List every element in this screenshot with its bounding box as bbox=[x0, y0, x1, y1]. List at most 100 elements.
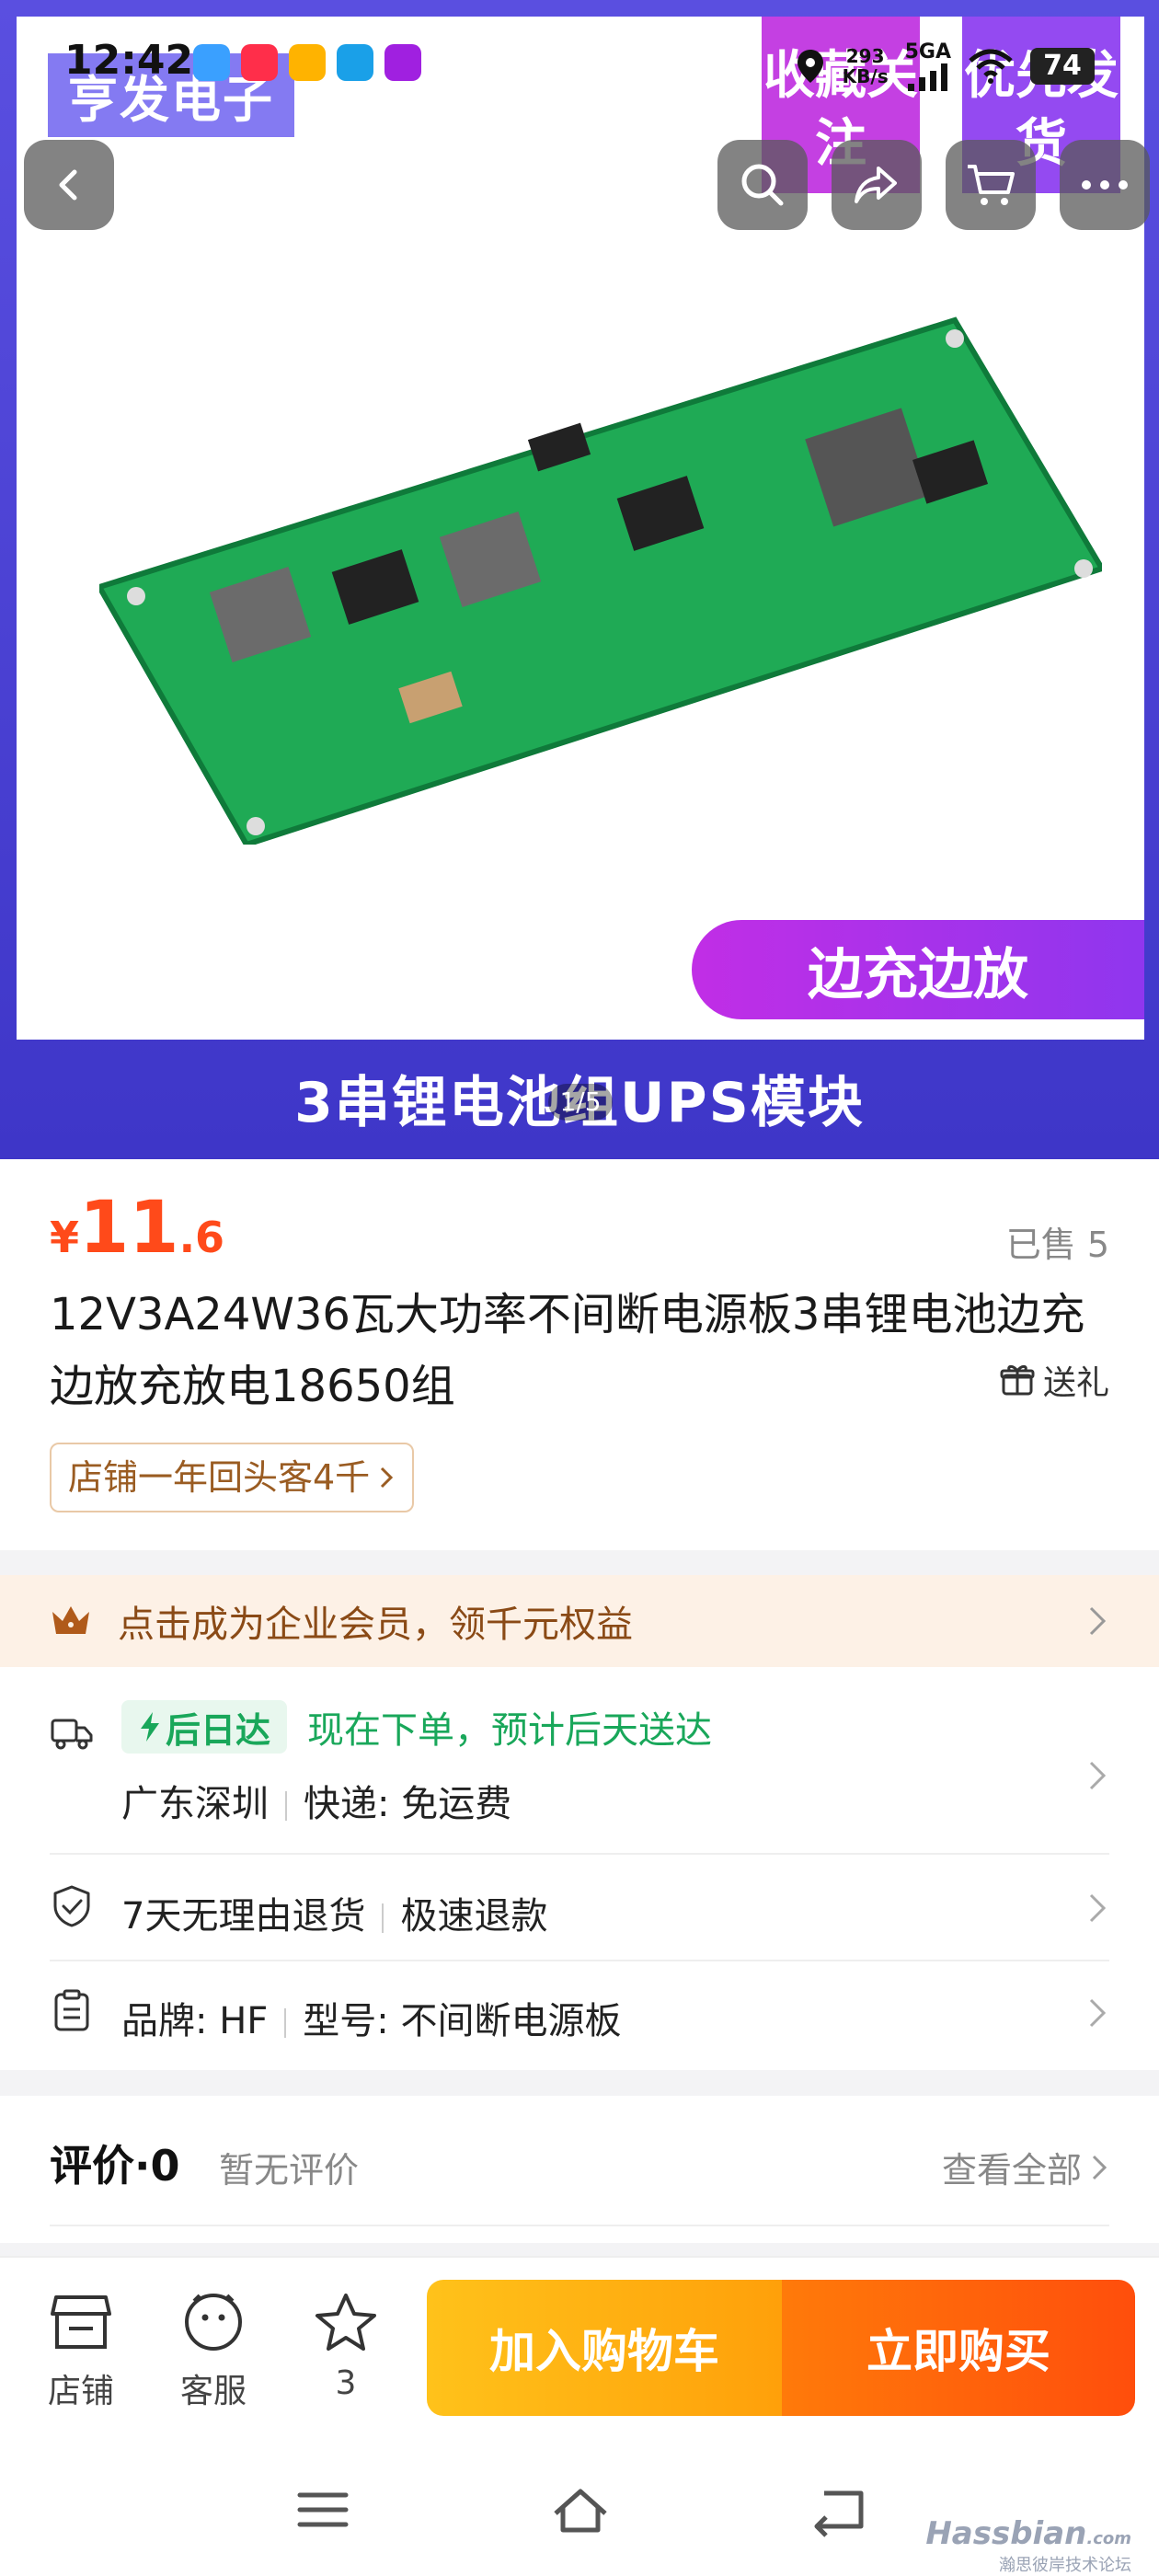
enterprise-member-banner[interactable]: 点击成为企业会员，领千元权益 bbox=[0, 1575, 1159, 1667]
watermark-subtitle: 瀚思彼岸技术论坛 bbox=[999, 2556, 1131, 2575]
watermark-brand: Hassbian bbox=[925, 2515, 1087, 2552]
price-decimal: .6 bbox=[178, 1213, 225, 1262]
network-speed: 293 KB/s bbox=[843, 46, 889, 86]
favorite-icon-wrap bbox=[291, 2285, 401, 2359]
chevron-right-icon bbox=[1089, 1606, 1107, 1636]
separator bbox=[285, 1791, 287, 1821]
delivery-promise: 现在下单，预计后天送达 bbox=[307, 1709, 713, 1752]
shipping-fee: 快递: 免运费 bbox=[304, 1783, 512, 1825]
image-counter: 1/5 bbox=[548, 1084, 613, 1121]
gift-button[interactable]: 送礼 bbox=[999, 1356, 1109, 1404]
delivery-badge-label: 后日达 bbox=[166, 1709, 271, 1751]
share-icon bbox=[855, 167, 897, 203]
status-notification-icons bbox=[193, 44, 421, 81]
shop-tag-label: 店铺一年回头客4千 bbox=[68, 1457, 371, 1498]
hero-promo-label: 边充边放 bbox=[692, 920, 1144, 1019]
wifi-icon bbox=[969, 49, 1013, 84]
returns-text: 7天无理由退货 极速退款 bbox=[121, 1886, 547, 1939]
watermark-domain: .com bbox=[1086, 2529, 1131, 2548]
status-time: 12:42 bbox=[64, 37, 194, 84]
app-notification-icon bbox=[289, 44, 326, 81]
star-icon bbox=[316, 2294, 376, 2351]
menu-icon[interactable] bbox=[291, 2482, 355, 2537]
add-to-cart-button[interactable]: 加入购物车 bbox=[427, 2280, 782, 2416]
system-back-icon[interactable] bbox=[806, 2482, 870, 2537]
truck-icon bbox=[51, 1719, 93, 1750]
location-icon bbox=[797, 49, 823, 83]
status-bar: 12:42 293 KB/s 5GA 74 bbox=[0, 0, 1159, 92]
chevron-right-icon bbox=[1089, 1761, 1107, 1790]
separator bbox=[382, 1903, 384, 1933]
buy-now-button[interactable]: 立即购买 bbox=[782, 2280, 1135, 2416]
reviews-section: 评价·0 暂无评价 查看全部 bbox=[0, 2096, 1159, 2243]
gift-label: 送礼 bbox=[1042, 1364, 1109, 1402]
chevron-right-icon bbox=[1089, 1998, 1107, 2028]
favorite-button[interactable]: 3 bbox=[291, 2285, 401, 2402]
chevron-left-icon bbox=[59, 169, 77, 201]
delivery-row[interactable]: 后日达 现在下单，预计后天送达 广东深圳 快递: 免运费 bbox=[50, 1700, 1109, 1825]
model: 型号: 不间断电源板 bbox=[303, 2000, 622, 2042]
reviews-title: 评价·0 bbox=[50, 2141, 180, 2191]
shop-repeat-customers-tag[interactable]: 店铺一年回头客4千 bbox=[50, 1443, 415, 1512]
chevron-right-icon bbox=[1089, 1893, 1107, 1923]
divider bbox=[50, 1853, 1109, 1855]
chat-face-icon bbox=[185, 2294, 242, 2351]
next-day-badge: 后日达 bbox=[121, 1700, 288, 1754]
crown-icon bbox=[52, 1606, 89, 1634]
product-info-card: ¥11.6 已售 5 12V3A24W36瓦大功率不间断电源板3串锂电池边充边放… bbox=[0, 1159, 1159, 1550]
signal-icon bbox=[907, 63, 947, 91]
more-button[interactable] bbox=[1060, 140, 1150, 230]
refund-speed: 极速退款 bbox=[400, 1895, 548, 1938]
brand: 品牌: HF bbox=[121, 2000, 269, 2042]
price-integer: 11 bbox=[79, 1187, 179, 1270]
forum-watermark: Hassbian.com 瀚思彼岸技术论坛 bbox=[925, 2515, 1131, 2576]
app-notification-icon bbox=[241, 44, 278, 81]
returns-row[interactable]: 7天无理由退货 极速退款 bbox=[50, 1880, 1109, 1939]
home-icon[interactable] bbox=[548, 2482, 613, 2537]
shop-icon-wrap bbox=[26, 2285, 136, 2359]
back-button[interactable] bbox=[24, 140, 114, 230]
divider bbox=[50, 2225, 1109, 2226]
store-icon bbox=[51, 2295, 111, 2349]
view-all-reviews-link[interactable]: 查看全部 bbox=[942, 2142, 1109, 2192]
divider bbox=[50, 1960, 1109, 1961]
chevron-right-icon bbox=[381, 1466, 394, 1489]
system-navigation-bar: Hassbian.com 瀚思彼岸技术论坛 bbox=[0, 2440, 1159, 2576]
network-type: 5GA bbox=[904, 40, 951, 63]
service-icon-wrap bbox=[158, 2285, 269, 2359]
reviews-empty: 暂无评价 bbox=[219, 2150, 360, 2191]
sold-count: 已售 5 bbox=[1005, 1225, 1109, 1265]
status-right: 293 KB/s 5GA 74 bbox=[795, 40, 1095, 91]
returns-policy: 7天无理由退货 bbox=[121, 1895, 366, 1938]
favorite-count: 3 bbox=[335, 2364, 357, 2402]
chevron-right-icon bbox=[1092, 2155, 1107, 2179]
search-icon bbox=[741, 164, 784, 206]
app-notification-icon bbox=[384, 44, 421, 81]
member-banner-text: 点击成为企业会员，领千元权益 bbox=[118, 1604, 633, 1646]
app-notification-icon bbox=[337, 44, 373, 81]
gift-icon bbox=[1000, 1364, 1035, 1396]
specs-row[interactable]: 品牌: HF 型号: 不间断电源板 bbox=[50, 1985, 1109, 2044]
more-icon bbox=[1082, 180, 1128, 190]
product-title: 12V3A24W36瓦大功率不间断电源板3串锂电池边充边放充放电18650组 bbox=[50, 1289, 1085, 1412]
lightning-icon bbox=[141, 1712, 159, 1742]
specs-text: 品牌: HF 型号: 不间断电源板 bbox=[121, 1991, 621, 2044]
network-speed-value: 293 bbox=[845, 44, 885, 67]
shield-check-icon bbox=[53, 1885, 90, 1927]
shipping-details: 广东深圳 快递: 免运费 bbox=[121, 1774, 511, 1827]
delivery-promise-line: 后日达 现在下单，预计后天送达 bbox=[121, 1700, 712, 1754]
search-button[interactable] bbox=[717, 140, 808, 230]
customer-service-button[interactable]: 客服 bbox=[158, 2285, 269, 2412]
clipboard-icon bbox=[54, 1989, 89, 2031]
cellular-signal: 5GA bbox=[905, 40, 951, 91]
cart-button[interactable] bbox=[946, 140, 1036, 230]
cart-icon bbox=[968, 165, 1015, 205]
price-currency: ¥ bbox=[50, 1213, 80, 1262]
app-notification-icon bbox=[193, 44, 230, 81]
shop-button[interactable]: 店铺 bbox=[26, 2285, 136, 2412]
share-button[interactable] bbox=[832, 140, 922, 230]
view-all-label: 查看全部 bbox=[941, 2150, 1082, 2191]
bottom-action-bar: 店铺 客服 3 加入购物车 立即购买 bbox=[0, 2256, 1159, 2440]
pcb-board-illustration bbox=[99, 316, 1102, 845]
separator bbox=[284, 2008, 287, 2038]
